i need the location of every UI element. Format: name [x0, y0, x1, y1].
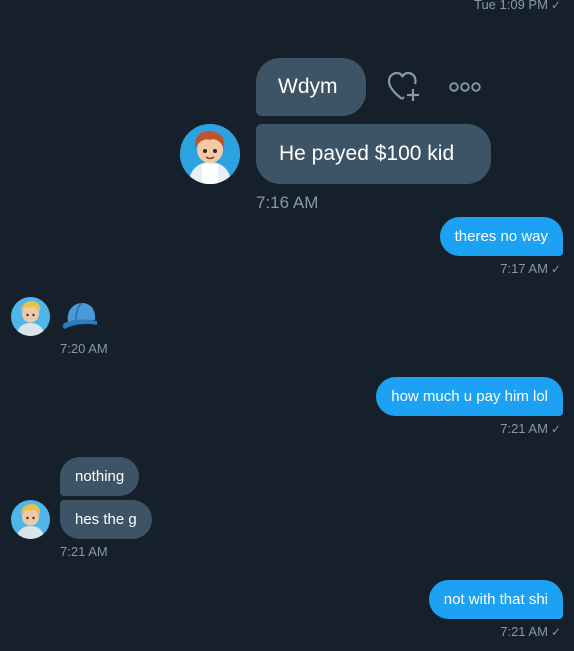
read-check-icon: ✓: [550, 625, 561, 639]
timestamp-top: Tue 1:09 PM ✓: [474, 0, 561, 12]
avatar[interactable]: [11, 500, 50, 539]
timestamp: 7:16 AM: [256, 193, 319, 212]
read-check-icon: ✓: [550, 0, 561, 12]
message-bubble-outgoing[interactable]: not with that shi: [428, 580, 563, 619]
avatar[interactable]: [180, 124, 240, 184]
read-check-icon: ✓: [550, 422, 561, 436]
avatar[interactable]: [11, 297, 50, 336]
timestamp-text: Tue 1:09 PM: [473, 0, 548, 12]
timestamp: 7:21 AM: [500, 624, 548, 639]
message-bubble-incoming[interactable]: hes the g: [60, 500, 152, 539]
message-text: how much u pay him lol: [391, 388, 548, 405]
message-bubble-outgoing[interactable]: how much u pay him lol: [376, 377, 563, 416]
avatar-image: [11, 500, 50, 539]
message-text: nothing: [75, 468, 125, 485]
message-meta: 7:21 AM ✓: [500, 421, 561, 436]
message-meta: 7:20 AM: [60, 341, 108, 356]
message-text: theres no way: [454, 228, 548, 245]
timestamp: 7:21 AM: [500, 421, 548, 436]
message-meta: 7:21 AM: [60, 544, 108, 559]
more-icon[interactable]: [448, 80, 482, 94]
message-bubble-incoming[interactable]: nothing: [60, 457, 140, 496]
message-meta: 7:21 AM ✓: [500, 624, 561, 639]
avatar-image: [180, 124, 240, 184]
avatar-image: [11, 297, 50, 336]
message-meta: 7:17 AM ✓: [500, 261, 561, 276]
cap-emoji[interactable]: [60, 300, 100, 334]
timestamp: 7:20 AM: [60, 341, 108, 356]
message-bubble-outgoing[interactable]: theres no way: [439, 217, 563, 256]
message-bubble-incoming[interactable]: Wdym: [256, 58, 366, 116]
read-check-icon: ✓: [550, 262, 561, 276]
heart-plus-icon[interactable]: [386, 70, 424, 106]
message-text: not with that shi: [443, 591, 548, 608]
message-text: hes the g: [75, 511, 137, 528]
timestamp: 7:17 AM: [500, 261, 548, 276]
timestamp: 7:21 AM: [60, 544, 108, 559]
message-text: Wdym: [278, 75, 338, 98]
message-bubble-incoming[interactable]: He payed $100 kid: [256, 124, 491, 184]
message-text: He payed $100 kid: [279, 142, 455, 165]
